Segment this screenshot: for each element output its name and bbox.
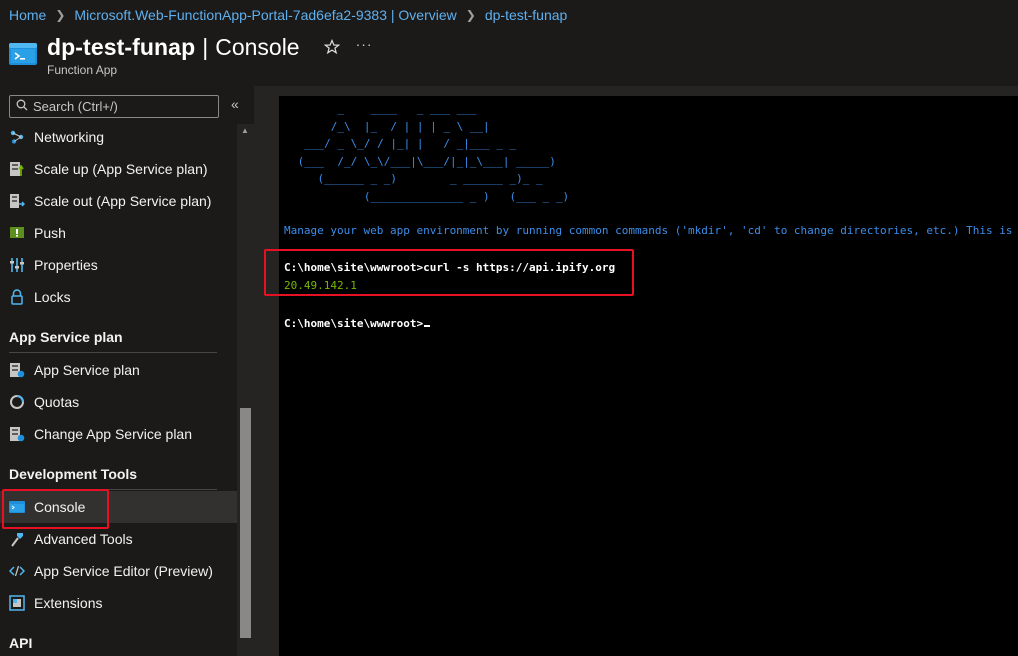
lock-icon bbox=[9, 289, 25, 305]
breadcrumb-overview[interactable]: Microsoft.Web-FunctionApp-Portal-7ad6efa… bbox=[74, 7, 456, 23]
sidebar-item-label: Locks bbox=[34, 289, 71, 305]
scroll-up-arrow-icon[interactable]: ▲ bbox=[241, 126, 249, 135]
sidebar-item-label: Extensions bbox=[34, 595, 103, 611]
sidebar-item-networking[interactable]: Networking bbox=[0, 124, 237, 153]
sidebar-item-label: Advanced Tools bbox=[34, 531, 133, 547]
change-plan-icon bbox=[9, 426, 25, 442]
search-box[interactable] bbox=[9, 95, 219, 118]
more-icon[interactable]: ··· bbox=[356, 36, 373, 52]
properties-icon bbox=[9, 257, 25, 273]
chevron-right-icon: ❯ bbox=[465, 8, 476, 22]
page-title: dp-test-funap bbox=[47, 33, 196, 60]
scrollbar-thumb[interactable] bbox=[240, 408, 251, 638]
quotas-icon bbox=[9, 394, 25, 410]
sidebar-item-label: Push bbox=[34, 225, 66, 241]
resource-type: Function App bbox=[47, 63, 118, 77]
networking-icon bbox=[9, 129, 25, 145]
title-separator: | bbox=[202, 33, 209, 60]
search-input[interactable] bbox=[33, 99, 213, 114]
sidebar-item-quotas[interactable]: Quotas bbox=[0, 386, 237, 418]
sidebar-item-label: Change App Service plan bbox=[34, 426, 192, 442]
scale-up-icon bbox=[9, 161, 25, 177]
sidebar-item-label: Networking bbox=[34, 129, 105, 145]
sidebar-item-locks[interactable]: Locks bbox=[0, 281, 237, 313]
section-header-development-tools: Development Tools bbox=[9, 466, 138, 482]
section-divider bbox=[9, 352, 217, 353]
console-welcome-text: Manage your web app environment by runni… bbox=[284, 224, 1018, 237]
console-app-icon bbox=[9, 43, 37, 65]
sidebar-item-push[interactable]: Push bbox=[0, 217, 237, 249]
sidebar-item-extensions[interactable]: Extensions bbox=[0, 587, 237, 619]
sidebar-item-change-app-service-plan[interactable]: Change App Service plan bbox=[0, 418, 237, 450]
azure-ascii-banner: _ ____ _ ___ ___ /_\ |_ / | | | _ \ __| … bbox=[291, 102, 570, 203]
text-cursor bbox=[424, 325, 431, 327]
sidebar-item-scale-out[interactable]: Scale out (App Service plan) bbox=[0, 185, 237, 217]
scale-out-icon bbox=[9, 193, 26, 209]
page-header: dp-test-funap | Console ··· Function App bbox=[9, 32, 373, 80]
console-terminal[interactable]: _ ____ _ ___ ___ /_\ |_ / | | | _ \ __| … bbox=[279, 96, 1018, 656]
breadcrumb-home[interactable]: Home bbox=[9, 7, 46, 23]
sidebar-item-scale-up[interactable]: Scale up (App Service plan) bbox=[0, 153, 237, 185]
sidebar: « Networking Scale up (App Service plan)… bbox=[0, 86, 254, 656]
advanced-tools-icon bbox=[9, 531, 25, 547]
push-icon bbox=[9, 225, 25, 241]
page-view-name: Console bbox=[215, 33, 300, 60]
sidebar-item-label: App Service Editor (Preview) bbox=[34, 563, 213, 579]
sidebar-item-label: Scale out (App Service plan) bbox=[34, 193, 212, 209]
extensions-icon bbox=[9, 595, 25, 611]
app-service-plan-icon bbox=[9, 362, 25, 378]
console-menu-highlight bbox=[2, 489, 109, 529]
search-icon bbox=[16, 98, 28, 116]
breadcrumb: Home ❯ Microsoft.Web-FunctionApp-Portal-… bbox=[9, 6, 567, 24]
section-header-api: API bbox=[9, 635, 33, 651]
sidebar-item-properties[interactable]: Properties bbox=[0, 249, 237, 281]
sidebar-item-app-service-plan[interactable]: App Service plan bbox=[0, 354, 237, 386]
sidebar-item-label: Properties bbox=[34, 257, 98, 273]
sidebar-item-label: Scale up (App Service plan) bbox=[34, 161, 208, 177]
sidebar-item-label: App Service plan bbox=[34, 362, 140, 378]
chevron-right-icon: ❯ bbox=[55, 8, 66, 22]
collapse-sidebar-button[interactable]: « bbox=[231, 96, 239, 112]
section-header-app-service-plan: App Service plan bbox=[9, 329, 123, 345]
console-prompt[interactable]: C:\home\site\wwwroot> bbox=[284, 317, 431, 330]
sidebar-scrollbar[interactable]: ▲ bbox=[237, 124, 254, 656]
breadcrumb-resource[interactable]: dp-test-funap bbox=[485, 7, 568, 23]
star-icon[interactable] bbox=[323, 38, 340, 55]
command-output-highlight bbox=[264, 249, 634, 296]
sidebar-item-label: Quotas bbox=[34, 394, 80, 410]
code-editor-icon bbox=[8, 563, 26, 579]
nav-list: Networking Scale up (App Service plan) S… bbox=[0, 124, 237, 656]
sidebar-item-app-service-editor[interactable]: App Service Editor (Preview) bbox=[0, 555, 237, 587]
